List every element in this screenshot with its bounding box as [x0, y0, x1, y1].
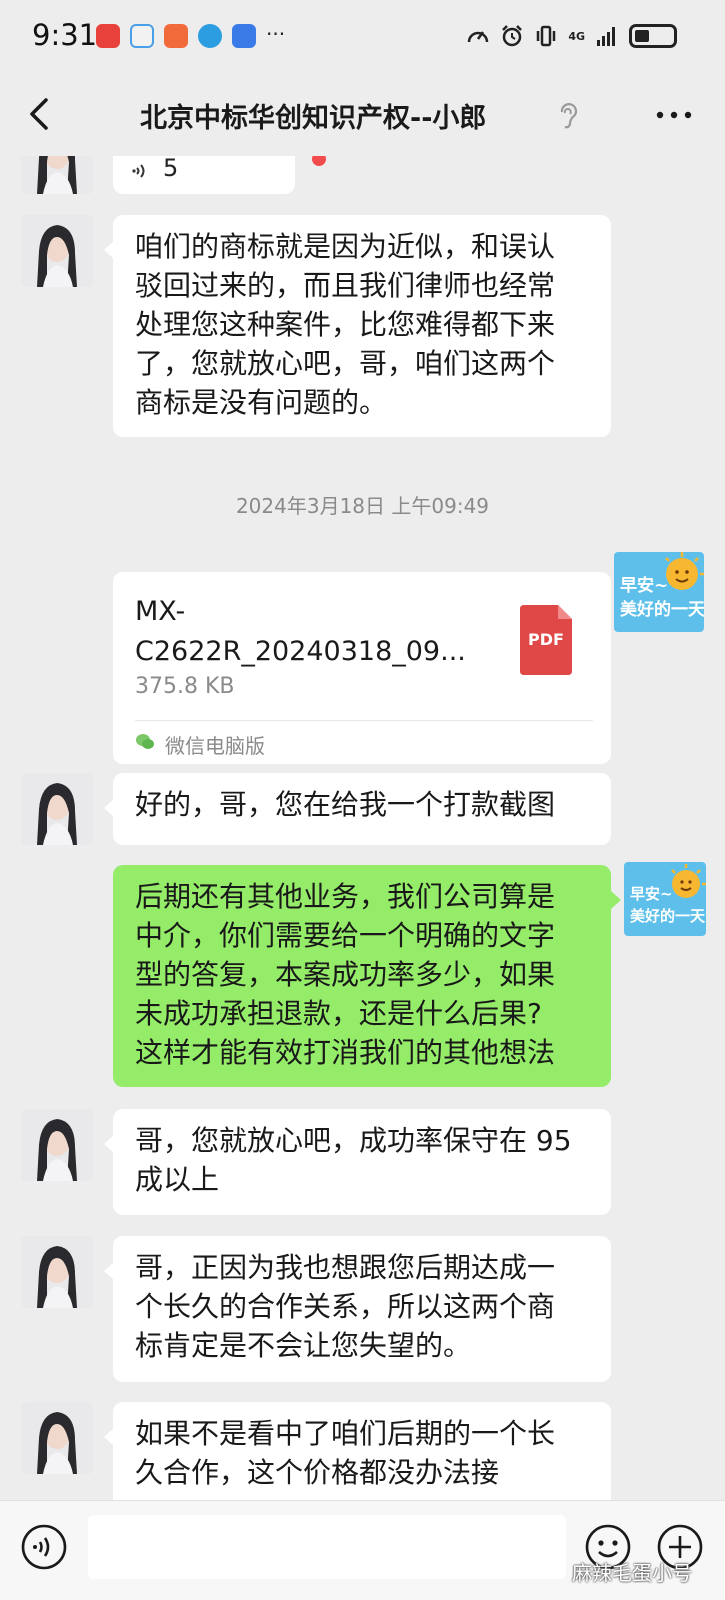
system-icons: 4G — [466, 24, 677, 48]
voice-wave-icon — [132, 164, 145, 178]
self-avatar[interactable]: 早安~ 美好的一天 — [624, 862, 706, 936]
file-size: 375.8 KB — [135, 674, 235, 699]
contact-avatar[interactable] — [21, 215, 93, 287]
baidu-app-icon — [232, 24, 256, 48]
status-bar: 9:31 ··· 4G — [0, 0, 725, 76]
contact-avatar[interactable] — [21, 1109, 93, 1181]
speedometer-icon — [468, 31, 489, 43]
message-text-line: 型的答复，本案成功率多少，如果 — [135, 958, 556, 991]
network-label: 4G — [568, 29, 585, 43]
file-divider — [135, 720, 593, 721]
received-message-bubble[interactable]: 哥，正因为我也想跟您后期达成一 个长久的合作关系，所以这两个商 标肯定是不会让您… — [104, 1236, 611, 1382]
voice-input-toggle-icon[interactable] — [20, 1523, 68, 1571]
sticker-text-line2: 美好的一天 — [620, 600, 704, 620]
message-timestamp: 2024年3月18日 上午09:49 — [235, 494, 490, 518]
sticker-text-line2: 美好的一天 — [630, 907, 706, 925]
message-list[interactable]: 5 咱们的商标就是因为近似，和误认 驳回过来的，而且我们律师也经常 处理您这种案… — [0, 156, 725, 1500]
vibrate-icon — [537, 25, 556, 47]
file-message-card[interactable]: MX- C2622R_20240318_09... 375.8 KB PDF 微… — [113, 572, 611, 764]
message-text-line: 了，您就放心吧，哥，咱们这两个 — [135, 347, 556, 380]
input-bar: 麻辣毛蛋小号 — [0, 1500, 725, 1600]
message-text-line: 好的，哥，您在给我一个打款截图 — [135, 788, 556, 821]
received-message-bubble[interactable]: 如果不是看中了咱们后期的一个长 久合作，这个价格都没办法接 — [104, 1402, 611, 1500]
message-text-line: 哥，正因为我也想跟您后期达成一 — [135, 1251, 556, 1284]
contact-avatar[interactable] — [21, 1402, 93, 1474]
message-text-line: 处理您这种案件，比您难得都下来 — [135, 308, 556, 341]
chat-header: 北京中标华创知识产权--小郎 — [0, 76, 725, 156]
contact-avatar[interactable] — [21, 773, 93, 845]
unread-dot — [312, 156, 326, 166]
contact-avatar[interactable] — [21, 1236, 93, 1308]
more-notifications-icon: ··· — [266, 22, 286, 46]
message-text-line: 驳回过来的，而且我们律师也经常 — [135, 269, 556, 302]
watermark-text: 麻辣毛蛋小号 — [572, 1561, 692, 1585]
back-arrow-icon[interactable] — [22, 90, 58, 138]
alarm-icon — [502, 25, 523, 47]
received-message-bubble[interactable]: 咱们的商标就是因为近似，和误认 驳回过来的，而且我们律师也经常 处理您这种案件，… — [104, 215, 611, 437]
message-text-line: 久合作，这个价格都没办法接 — [135, 1456, 500, 1489]
shopping-app-icon — [164, 24, 188, 48]
status-time: 9:31 — [32, 18, 98, 52]
browser-app-icon — [198, 24, 222, 48]
message-text-line: 咱们的商标就是因为近似，和误认 — [135, 230, 556, 263]
voice-message[interactable]: 5 — [113, 156, 295, 194]
pdf-label: PDF — [528, 630, 564, 649]
message-text-line: 个长久的合作关系，所以这两个商 — [135, 1290, 556, 1323]
message-text-line: 未成功承担退款，还是什么后果? — [135, 997, 542, 1030]
chat-app-icon — [130, 24, 154, 48]
self-avatar[interactable]: 早安~ 美好的一天 — [614, 552, 704, 632]
wechat-logo-icon — [136, 734, 154, 749]
file-name-line1: MX- — [135, 596, 186, 627]
message-text-line: 标肯定是不会让您失望的。 — [135, 1329, 472, 1362]
message-text-line: 成以上 — [135, 1163, 220, 1196]
sent-message-bubble[interactable]: 后期还有其他业务，我们公司算是 中介，你们需要给一个明确的文字 型的答复，本案成… — [113, 865, 621, 1087]
message-text-line: 中介，你们需要给一个明确的文字 — [135, 919, 556, 952]
notification-icons: ··· — [96, 24, 285, 48]
message-text-line: 商标是没有问题的。 — [135, 386, 388, 419]
file-source-label: 微信电脑版 — [165, 734, 265, 758]
file-name-line2: C2622R_20240318_09... — [135, 636, 466, 667]
news-app-icon — [96, 24, 120, 48]
message-text-line: 后期还有其他业务，我们公司算是 — [135, 880, 556, 913]
received-message-bubble[interactable]: 好的，哥，您在给我一个打款截图 — [104, 773, 611, 845]
signal-icon — [597, 27, 615, 46]
message-text-line: 这样才能有效打消我们的其他想法 — [135, 1036, 556, 1069]
message-text-line: 如果不是看中了咱们后期的一个长 — [135, 1417, 556, 1450]
message-text-line: 哥，您就放心吧，成功率保守在 95 — [135, 1124, 572, 1157]
battery-icon — [629, 24, 677, 48]
contact-avatar[interactable] — [21, 156, 93, 194]
voice-duration: 5 — [163, 156, 179, 182]
chat-title: 北京中标华创知识产权--小郎 — [140, 103, 487, 134]
received-message-bubble[interactable]: 哥，您就放心吧，成功率保守在 95 成以上 — [104, 1109, 611, 1215]
message-input[interactable] — [88, 1515, 566, 1579]
more-options-icon[interactable] — [654, 100, 694, 130]
earpiece-mode-icon — [560, 103, 577, 129]
